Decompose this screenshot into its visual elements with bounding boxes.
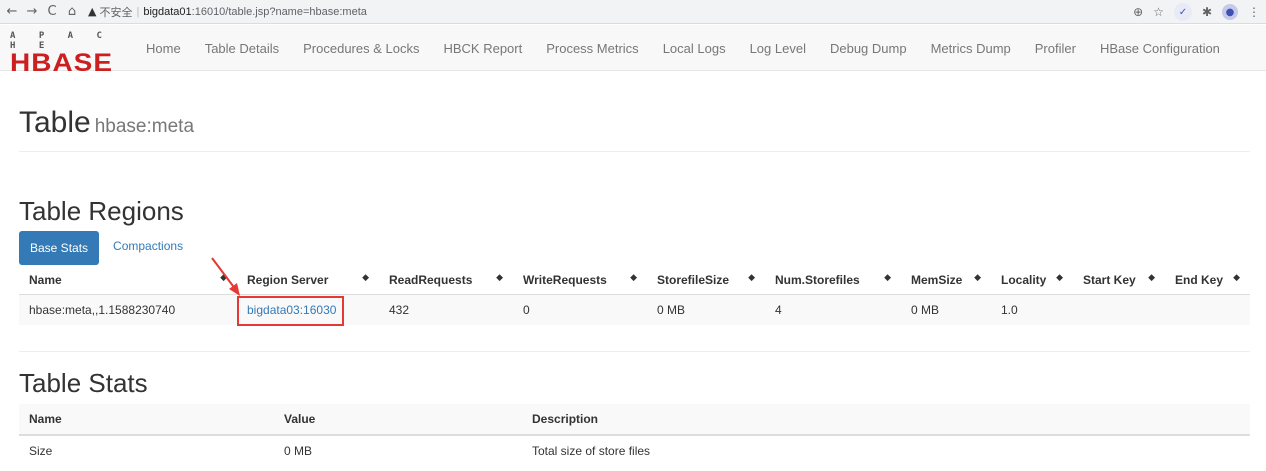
table-row: Size 0 MB Total size of store files	[19, 435, 1250, 466]
stats-col-description: Description	[522, 404, 1250, 436]
annotation-highlight-box	[237, 296, 344, 326]
table-stats-heading: Table Stats	[19, 368, 148, 398]
stats-cell-value: 0 MB	[284, 444, 313, 458]
stats-col-value: Value	[274, 404, 522, 436]
stats-cell-name: Size	[29, 444, 53, 458]
stats-table: Name Value Description Size 0 MB Total s…	[19, 404, 1250, 466]
annotation-arrow-head	[229, 283, 240, 296]
annotation-overlay	[211, 257, 240, 296]
stats-col-name: Name	[19, 404, 274, 436]
stats-cell-description: Total size of store files	[532, 444, 651, 458]
annotation-arrow-line	[211, 257, 237, 291]
divider	[19, 351, 1250, 352]
